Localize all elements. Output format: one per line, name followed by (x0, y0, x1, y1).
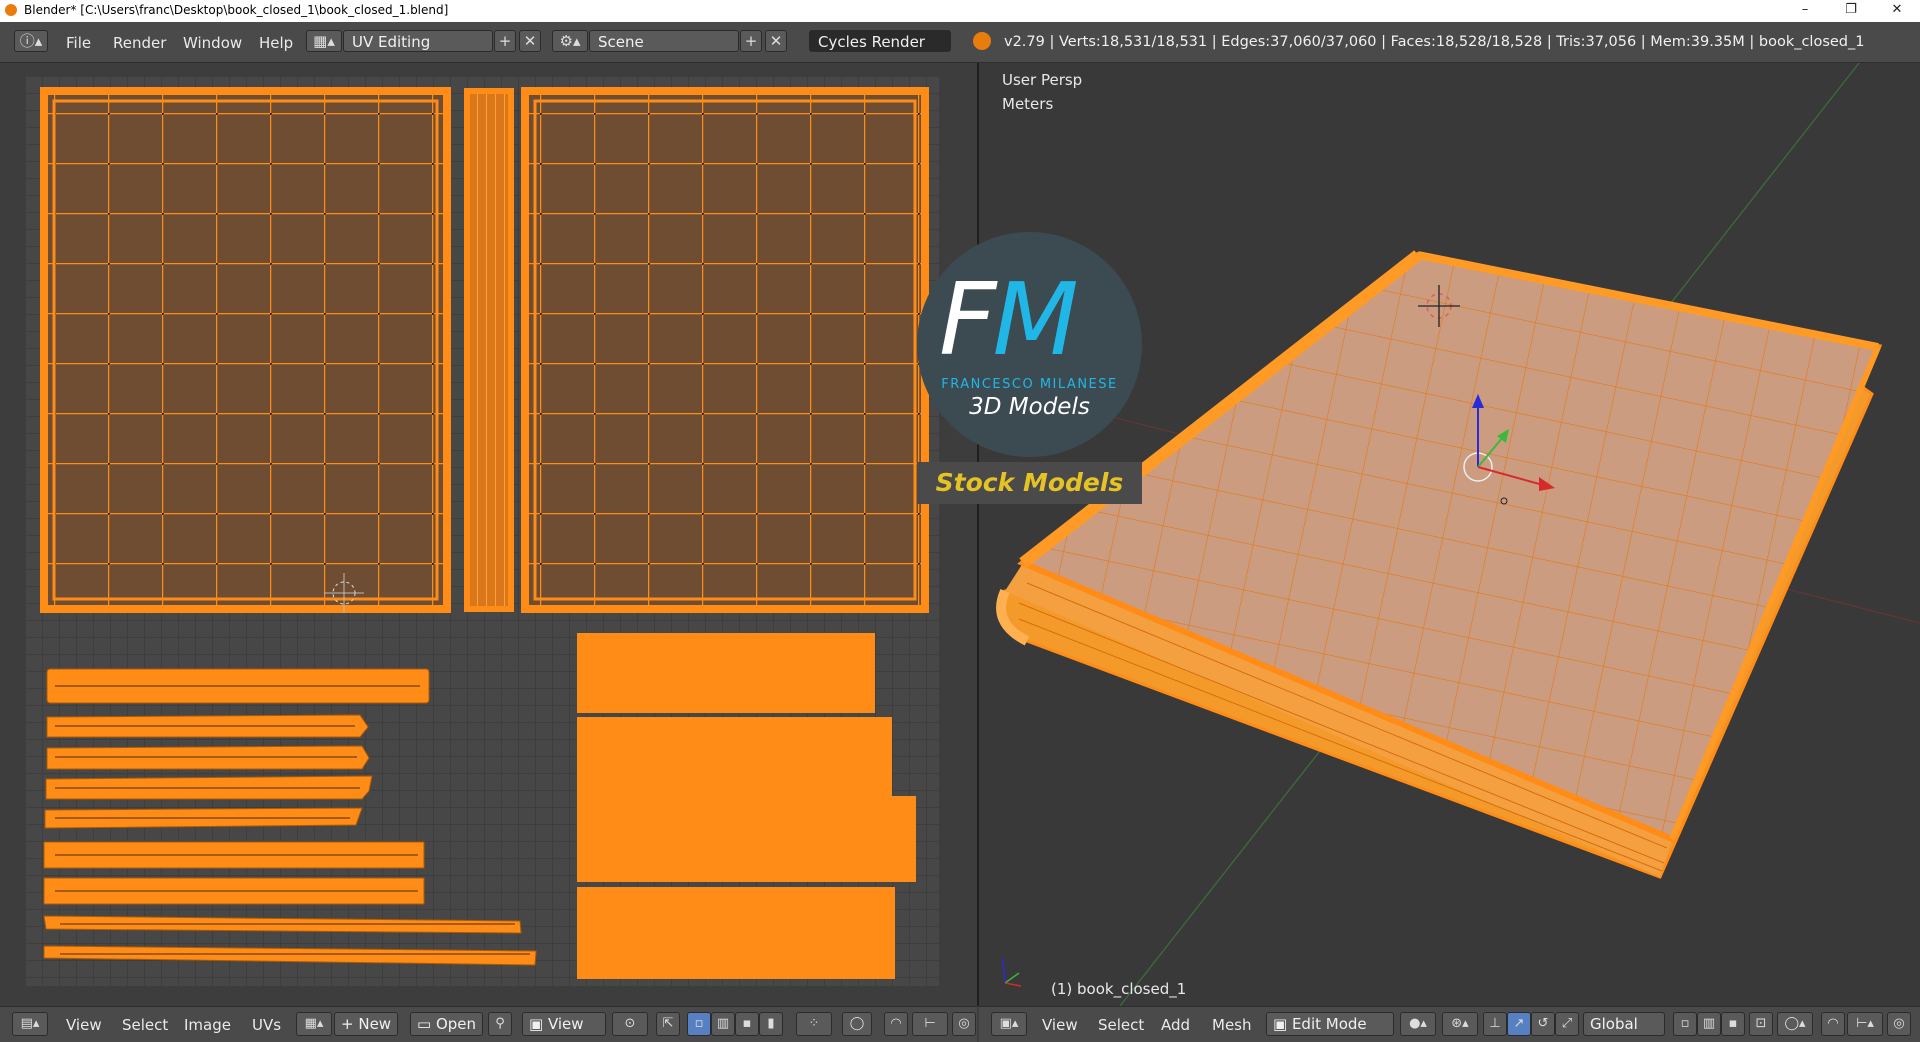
viewport-editor-type-icon[interactable]: ▣▴ (991, 1012, 1027, 1036)
sync-selection-icon[interactable]: ⇱ (656, 1012, 680, 1036)
add-scene-icon[interactable]: + (740, 30, 762, 52)
screen-icon[interactable]: ▦▴ (306, 30, 342, 52)
view-mode-select[interactable]: ▣ View (522, 1012, 606, 1036)
vertex-mode-icon[interactable]: ▫ (1673, 1012, 1697, 1036)
watermark-subtitle: 3D Models (969, 394, 1090, 420)
face-mode-icon[interactable]: ▪ (1721, 1012, 1745, 1036)
menu-render[interactable]: Render (113, 34, 166, 52)
screen-layout-field[interactable]: UV Editing (343, 30, 493, 52)
3d-viewport[interactable]: User Persp Meters (1) book_closed_1 (979, 63, 1920, 1006)
edge-select-icon[interactable]: ▥ (711, 1012, 735, 1036)
uv-island-spine (464, 88, 514, 612)
blender-logo-icon (973, 32, 991, 50)
watermark-logo: FM FRANCESCO MILANESE 3D Models Stock Mo… (917, 232, 1142, 504)
info-icon[interactable]: ⓘ▴ (14, 30, 48, 52)
viewport-header: ▣▴ View Select Add Mesh ▣ Edit Mode ●▴ ⊛… (979, 1006, 1920, 1042)
pin-icon[interactable]: ⚲ (488, 1012, 512, 1036)
object-label: (1) book_closed_1 (1051, 980, 1187, 998)
shading-icon[interactable]: ●▴ (1400, 1012, 1436, 1036)
viewport-menu-view[interactable]: View (1042, 1016, 1078, 1034)
uv-menu-uvs[interactable]: UVs (252, 1016, 281, 1034)
render-engine-select[interactable]: Cycles Render (809, 30, 951, 52)
pivot-icon[interactable]: ⊙ (612, 1012, 648, 1036)
units-label: Meters (1002, 95, 1054, 113)
window-title: Blender* [C:\Users\franc\Desktop\book_cl… (24, 3, 449, 17)
uv-editor[interactable] (0, 63, 977, 1006)
close-window-button[interactable]: ✕ (1874, 0, 1920, 22)
uv-island-strips (43, 668, 537, 966)
blender-logo-icon (5, 4, 17, 16)
manipulator-icon[interactable]: ⊥ (1483, 1012, 1507, 1036)
uv-island-front-cover (40, 87, 451, 613)
render-icon[interactable]: ◎ (952, 1012, 976, 1036)
mode-select[interactable]: ▣ Edit Mode (1266, 1012, 1394, 1036)
snap-mode-icon[interactable]: ⊢ (912, 1012, 948, 1036)
viewport-snap-icon[interactable]: ◠ (1821, 1012, 1845, 1036)
close-scene-icon[interactable]: ✕ (765, 30, 787, 52)
editor-type-icon[interactable]: ▤▴ (12, 1012, 48, 1036)
menu-help[interactable]: Help (259, 34, 293, 52)
island-select-icon[interactable]: ▮ (759, 1012, 783, 1036)
viewport-menu-select[interactable]: Select (1098, 1016, 1144, 1034)
proportional-edit-icon[interactable]: ◯ (842, 1012, 872, 1036)
uv-menu-select[interactable]: Select (122, 1016, 168, 1034)
sticky-mode-icon[interactable]: ⁘ (796, 1012, 832, 1036)
uv-islands (40, 87, 929, 979)
add-screen-icon[interactable]: + (494, 30, 516, 52)
watermark-banner: Stock Models (917, 462, 1142, 504)
axis-gizmo-icon (1002, 957, 1022, 987)
edge-mode-icon[interactable]: ▥ (1697, 1012, 1721, 1036)
scene-field[interactable]: Scene (589, 30, 739, 52)
scene-stats: v2.79 | Verts:18,531/18,531 | Edges:37,0… (1004, 34, 1865, 50)
translate-icon[interactable]: ↗ (1507, 1012, 1531, 1036)
watermark-monogram: FM (939, 261, 1079, 378)
face-select-icon[interactable]: ▪ (735, 1012, 759, 1036)
proportional-editing-icon[interactable]: ◯▴ (1777, 1012, 1813, 1036)
image-browse-icon[interactable]: ▦▴ (296, 1012, 332, 1036)
viewport-menu-add[interactable]: Add (1161, 1016, 1190, 1034)
viewport-scene (979, 63, 1920, 1006)
minimize-button[interactable]: – (1782, 0, 1828, 22)
render-preview-icon[interactable]: ◎ (1887, 1012, 1911, 1036)
uv-island-back-cover (521, 87, 929, 613)
occlude-icon[interactable]: ⊡ (1749, 1012, 1773, 1036)
vertex-select-icon[interactable]: ▫ (687, 1012, 711, 1036)
maximize-button[interactable]: ❐ (1828, 0, 1874, 22)
scene-icon[interactable]: ⚙▴ (552, 30, 588, 52)
uv-menu-view[interactable]: View (66, 1016, 102, 1034)
snap-icon[interactable]: ◠ (884, 1012, 908, 1036)
uv-island-pages (577, 633, 916, 979)
uv-menu-image[interactable]: Image (184, 1016, 231, 1034)
new-image-button[interactable]: + New (334, 1012, 399, 1036)
menu-file[interactable]: File (66, 34, 91, 52)
view-label: User Persp (1002, 71, 1083, 89)
pivot-point-icon[interactable]: ⊛▴ (1442, 1012, 1478, 1036)
watermark-author: FRANCESCO MILANESE (941, 377, 1118, 392)
viewport-menu-mesh[interactable]: Mesh (1212, 1016, 1252, 1034)
snap-element-icon[interactable]: ⊢▴ (1847, 1012, 1883, 1036)
uv-editor-header: ▤▴ View Select Image UVs ▦▴ + New ▭ Open… (0, 1006, 977, 1042)
info-header: ⓘ▴ File Render Window Help ▦▴ UV Editing… (0, 22, 1920, 63)
open-image-button[interactable]: ▭ Open (410, 1012, 484, 1036)
title-bar: Blender* [C:\Users\franc\Desktop\book_cl… (0, 0, 1920, 22)
menu-window[interactable]: Window (183, 34, 242, 52)
orientation-select[interactable]: Global (1583, 1012, 1665, 1036)
close-screen-icon[interactable]: ✕ (519, 30, 541, 52)
rotate-icon[interactable]: ↺ (1531, 1012, 1555, 1036)
scale-icon[interactable]: ⤢ (1555, 1012, 1579, 1036)
